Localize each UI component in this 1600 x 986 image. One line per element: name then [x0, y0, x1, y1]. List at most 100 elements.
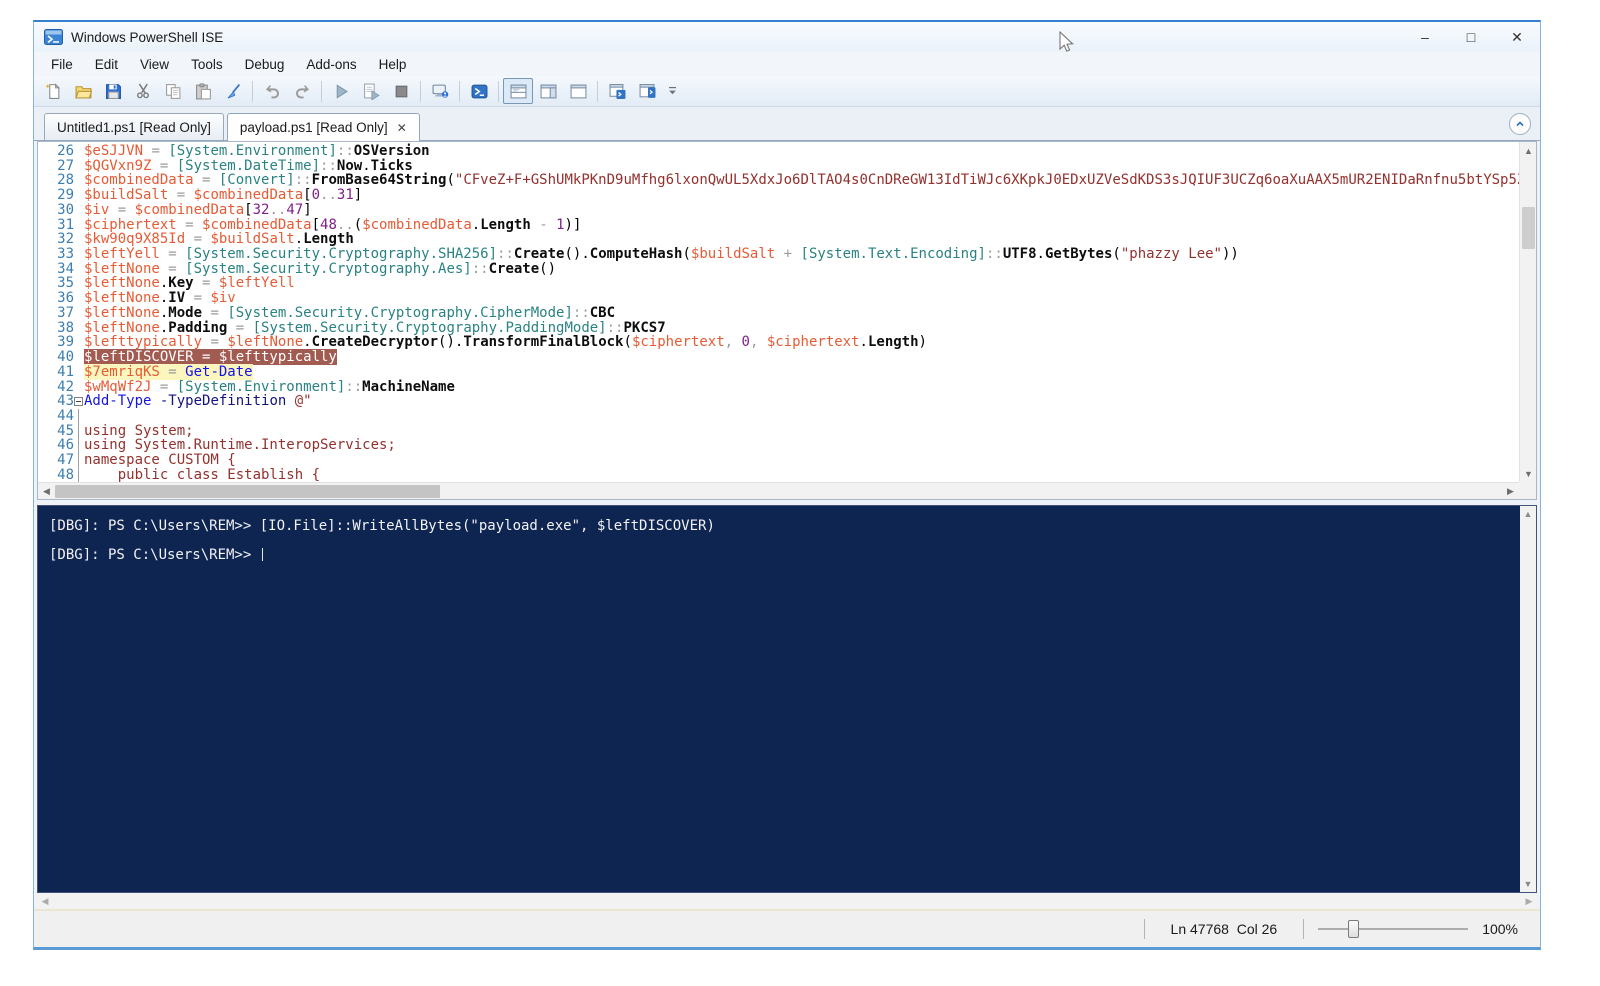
line-number: 42: [38, 380, 74, 395]
close-button[interactable]: ✕: [1494, 22, 1540, 52]
collapse-script-pane-button[interactable]: [1509, 113, 1531, 135]
cut-button[interactable]: [128, 78, 158, 104]
line-number: 39: [38, 335, 74, 350]
code-line-38: 38 $leftNone.Padding = [System.Security.C…: [38, 321, 1519, 336]
show-script-pane-right-button[interactable]: [533, 78, 563, 104]
save-icon: [105, 83, 122, 100]
new-remote-powershell-tab-button[interactable]: [425, 78, 455, 104]
editor-vscroll-thumb[interactable]: [1522, 207, 1535, 249]
window-title: Windows PowerShell ISE: [71, 30, 223, 45]
code-text: $ciphertext = $combinedData[48..($combin…: [83, 218, 581, 233]
fold-toggle[interactable]: [74, 394, 83, 409]
undo-button[interactable]: [257, 78, 287, 104]
code-text: $leftNone.Padding = [System.Security.Cry…: [83, 321, 666, 336]
code-line-41: 41$7emriqKS = Get-Date: [38, 365, 1519, 380]
fold-margin: [74, 276, 83, 291]
scroll-down-arrow-icon[interactable]: ▼: [1520, 876, 1536, 892]
console-line: [DBG]: PS C:\Users\REM>>: [49, 548, 1519, 563]
close-tab-icon[interactable]: ✕: [397, 121, 407, 135]
menu-file[interactable]: File: [40, 54, 84, 75]
console-horizontal-scrollbar[interactable]: ◀ ▶: [37, 894, 1537, 909]
toolbar-overflow-button[interactable]: [664, 78, 680, 104]
show-script-pane-top-button[interactable]: [503, 78, 533, 104]
menu-edit[interactable]: Edit: [84, 54, 129, 75]
scroll-right-arrow-icon[interactable]: ▶: [1502, 483, 1519, 500]
start-powershell-exe-icon: [471, 83, 488, 100]
statusbar-separator: [1303, 919, 1304, 939]
minimize-button[interactable]: –: [1402, 22, 1448, 52]
editor-vertical-scrollbar[interactable]: ▲ ▼: [1519, 142, 1536, 482]
zoom-slider-track[interactable]: [1318, 928, 1468, 930]
console-vertical-scrollbar[interactable]: ▲ ▼: [1520, 506, 1536, 892]
start-powershell-exe-button[interactable]: [464, 78, 494, 104]
menu-debug[interactable]: Debug: [234, 54, 296, 75]
line-number: 44: [38, 409, 74, 424]
code-line-40: 40$leftDISCOVER = $lefttypically: [38, 350, 1519, 365]
paste-button[interactable]: [188, 78, 218, 104]
run-script-button[interactable]: [326, 78, 356, 104]
clear-console-pane-button[interactable]: [218, 78, 248, 104]
redo-button[interactable]: [287, 78, 317, 104]
line-col-indicator: Ln 47768 Col 26: [1171, 921, 1278, 937]
new-script-button[interactable]: [38, 78, 68, 104]
stop-operation-button[interactable]: [386, 78, 416, 104]
line-number: 28: [38, 173, 74, 188]
line-number: 34: [38, 262, 74, 277]
code-line-27: 27$QGVxn9Z = [System.DateTime]::Now.Tick…: [38, 159, 1519, 174]
zoom-level: 100%: [1482, 921, 1518, 937]
menu-bar: FileEditViewToolsDebugAdd-onsHelp: [34, 52, 1540, 76]
code-line-37: 37$leftNone.Mode = [System.Security.Cryp…: [38, 306, 1519, 321]
toolbar-separator: [498, 81, 499, 102]
code-text: $combinedData = [Convert]::FromBase64Str…: [83, 173, 1519, 188]
show-command-addon-button[interactable]: [632, 78, 662, 104]
collapse-region-icon[interactable]: [74, 397, 83, 406]
menu-tools[interactable]: Tools: [180, 54, 234, 75]
menu-view[interactable]: View: [129, 54, 180, 75]
toolbar-separator: [420, 81, 421, 102]
fold-margin: [74, 218, 83, 233]
scroll-right-arrow-icon[interactable]: ▶: [1521, 894, 1537, 909]
tab-payload.ps1[interactable]: payload.ps1 [Read Only]✕: [227, 113, 420, 141]
console-blank-line: [49, 534, 1519, 549]
fold-margin: [74, 188, 83, 203]
editor-horizontal-scrollbar[interactable]: ◀ ▶: [38, 482, 1519, 499]
new-remote-powershell-tab-icon: [432, 83, 449, 100]
console[interactable]: [DBG]: PS C:\Users\REM>> [IO.File]::Writ…: [38, 506, 1519, 892]
copy-button[interactable]: [158, 78, 188, 104]
zoom-slider[interactable]: [1318, 919, 1468, 939]
powershell-ise-app-icon: [44, 29, 63, 45]
script-editor[interactable]: 26$eSJJVN = [System.Environment]::OSVers…: [38, 142, 1519, 482]
menu-add-ons[interactable]: Add-ons: [295, 54, 367, 75]
save-button[interactable]: [98, 78, 128, 104]
scroll-down-arrow-icon[interactable]: ▼: [1520, 465, 1537, 482]
code-line-44: 44: [38, 409, 1519, 424]
run-selection-button[interactable]: [356, 78, 386, 104]
maximize-button[interactable]: □: [1448, 22, 1494, 52]
line-number: 38: [38, 321, 74, 336]
show-script-pane-maximized-button[interactable]: [563, 78, 593, 104]
status-bar: Ln 47768 Col 26 100%: [34, 909, 1540, 947]
console-pane: [DBG]: PS C:\Users\REM>> [IO.File]::Writ…: [37, 505, 1537, 893]
desktop: { "window": { "title": "Windows PowerShe…: [0, 0, 1600, 986]
fold-margin: [74, 365, 83, 380]
toolbar-separator: [459, 81, 460, 102]
code-text: $leftNone.IV = $iv: [83, 291, 236, 306]
resize-grip[interactable]: [1532, 911, 1540, 947]
code-text: $leftNone = [System.Security.Cryptograph…: [83, 262, 556, 277]
fold-margin: [74, 409, 83, 424]
fold-margin: [74, 159, 83, 174]
overflow-chevron-icon: [668, 86, 677, 96]
run-script-icon: [333, 83, 350, 100]
title-bar[interactable]: Windows PowerShell ISE – □ ✕: [34, 22, 1540, 52]
menu-help[interactable]: Help: [368, 54, 418, 75]
scroll-up-arrow-icon[interactable]: ▲: [1520, 506, 1536, 522]
open-script-button[interactable]: [68, 78, 98, 104]
tab-Untitled1.ps1[interactable]: Untitled1.ps1 [Read Only]: [44, 113, 224, 140]
zoom-slider-thumb[interactable]: [1348, 920, 1359, 938]
scroll-left-arrow-icon[interactable]: ◀: [38, 483, 55, 500]
scroll-up-arrow-icon[interactable]: ▲: [1520, 142, 1537, 159]
scroll-left-arrow-icon[interactable]: ◀: [37, 894, 53, 909]
code-line-48: 48 public class Establish {: [38, 468, 1519, 482]
editor-hscroll-thumb[interactable]: [55, 485, 440, 498]
show-command-window-button[interactable]: [602, 78, 632, 104]
